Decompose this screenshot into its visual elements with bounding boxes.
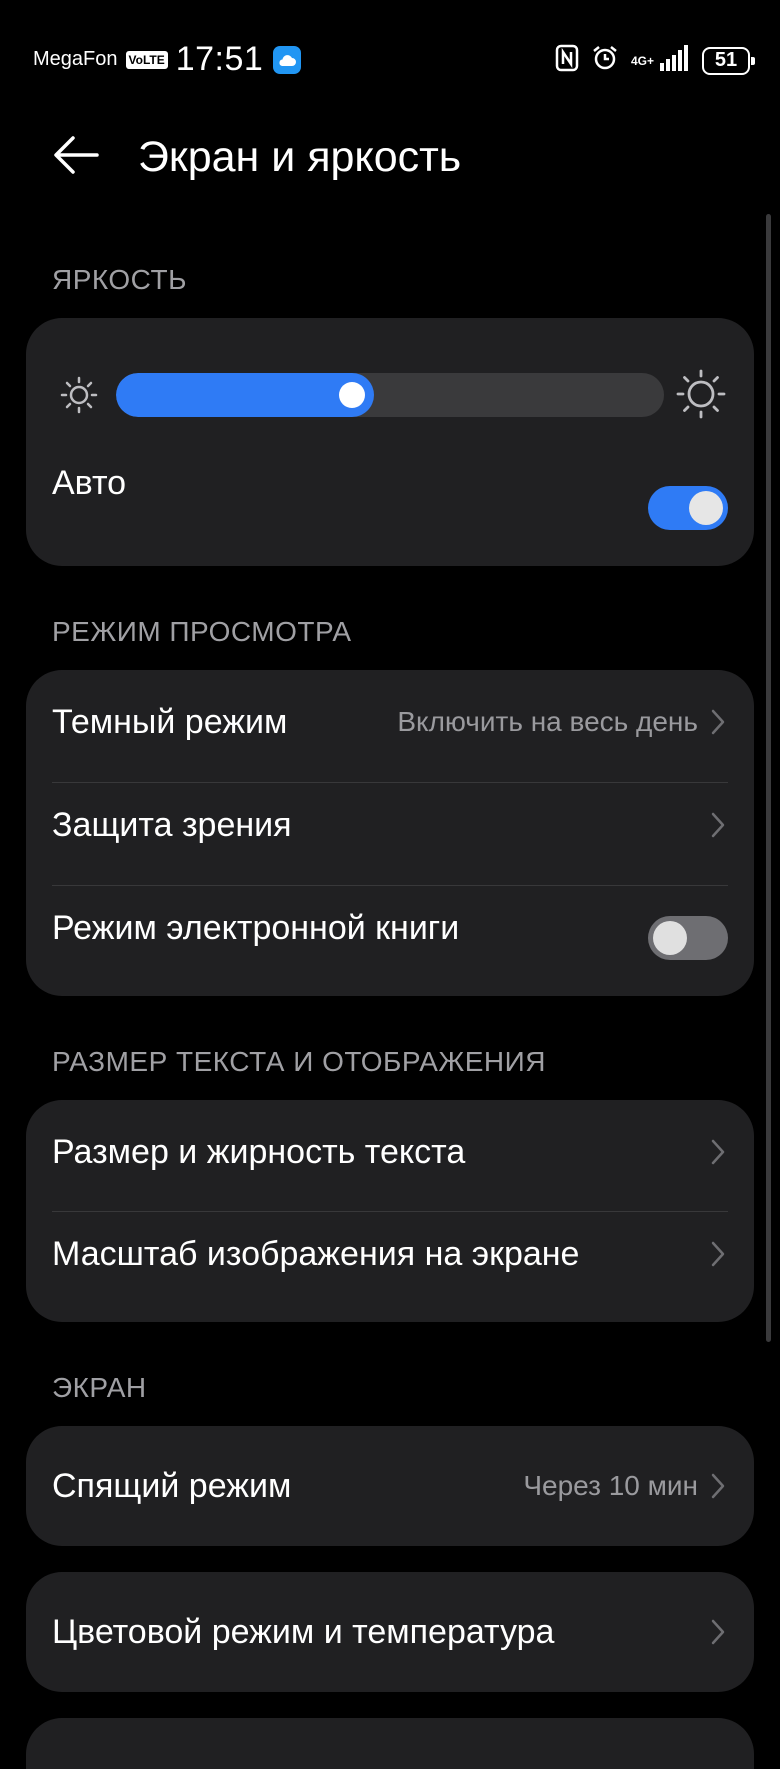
signal-icon	[660, 45, 690, 76]
brightness-slider-thumb[interactable]	[339, 382, 365, 408]
display-scale-row[interactable]: Масштаб изображения на экране	[52, 1224, 728, 1284]
text-size-row[interactable]: Размер и жирность текста	[52, 1122, 728, 1182]
toggle-knob	[653, 921, 687, 955]
sun-large-icon	[676, 369, 726, 419]
back-button[interactable]	[52, 131, 100, 179]
eye-comfort-label: Защита зрения	[52, 805, 292, 844]
brightness-slider-fill	[116, 373, 374, 417]
status-bar: MegaFon VoLTE 17:51 4G+ 51	[0, 0, 780, 120]
dark-mode-row[interactable]: Темный режим Включить на весь день	[52, 692, 728, 752]
chevron-right-icon	[710, 1239, 728, 1269]
ebook-mode-label: Режим электронной книги	[52, 908, 460, 947]
brightness-slider[interactable]	[116, 373, 664, 417]
scrollbar[interactable]	[766, 214, 771, 1342]
section-title-brightness: ЯРКОСТЬ	[52, 264, 187, 295]
auto-brightness-label: Авто	[52, 463, 127, 502]
carrier-name: MegaFon	[33, 48, 118, 70]
chevron-right-icon	[710, 707, 728, 737]
sleep-value: Через 10 мин	[523, 1470, 698, 1501]
chevron-right-icon	[710, 810, 728, 840]
dark-mode-value: Включить на весь день	[397, 706, 698, 737]
sleep-label: Спящий режим	[52, 1466, 292, 1505]
divider	[52, 1211, 728, 1212]
divider	[52, 782, 728, 783]
color-mode-card: Цветовой режим и температура	[26, 1572, 754, 1692]
ebook-mode-row[interactable]: Режим электронной книги	[52, 898, 728, 958]
toggle-knob	[689, 491, 723, 525]
sleep-card: Спящий режим Через 10 мин	[26, 1426, 754, 1546]
volte-badge: VoLTE	[125, 50, 168, 69]
chevron-right-icon	[710, 1471, 728, 1501]
battery-indicator: 51	[702, 46, 755, 75]
app-header: Экран и яркость	[0, 115, 780, 195]
display-scale-label: Масштаб изображения на экране	[52, 1234, 580, 1273]
page-title: Экран и яркость	[138, 133, 462, 181]
chevron-right-icon	[710, 1137, 728, 1167]
text-display-card: Размер и жирность текста Масштаб изображ…	[26, 1100, 754, 1322]
network-type: 4G+	[630, 53, 654, 68]
section-title-text-display: РАЗМЕР ТЕКСТА И ОТОБРАЖЕНИЯ	[52, 1046, 546, 1077]
view-mode-card: Темный режим Включить на весь день Защит…	[26, 670, 754, 996]
alarm-icon	[591, 44, 619, 77]
arrow-left-icon	[54, 136, 99, 174]
cloud-icon	[273, 45, 302, 74]
sun-small-icon	[60, 376, 98, 414]
sleep-row[interactable]: Спящий режим Через 10 мин	[52, 1456, 728, 1516]
auto-brightness-toggle[interactable]	[648, 486, 728, 530]
divider	[52, 885, 728, 886]
text-size-label: Размер и жирность текста	[52, 1132, 466, 1171]
section-title-view-mode: РЕЖИМ ПРОСМОТРА	[52, 616, 352, 647]
next-settings-card[interactable]	[26, 1718, 754, 1769]
brightness-card: Авто	[26, 318, 754, 566]
color-mode-row[interactable]: Цветовой режим и температура	[52, 1602, 728, 1662]
ebook-mode-toggle[interactable]	[648, 916, 728, 960]
status-time: 17:51	[175, 40, 264, 78]
section-title-screen: ЭКРАН	[52, 1372, 147, 1403]
dark-mode-label: Темный режим	[52, 702, 288, 741]
chevron-right-icon	[710, 1617, 728, 1647]
auto-brightness-row[interactable]: Авто	[52, 458, 728, 508]
nfc-icon	[555, 44, 579, 77]
eye-comfort-row[interactable]: Защита зрения	[52, 795, 728, 855]
color-mode-label: Цветовой режим и температура	[52, 1612, 555, 1651]
